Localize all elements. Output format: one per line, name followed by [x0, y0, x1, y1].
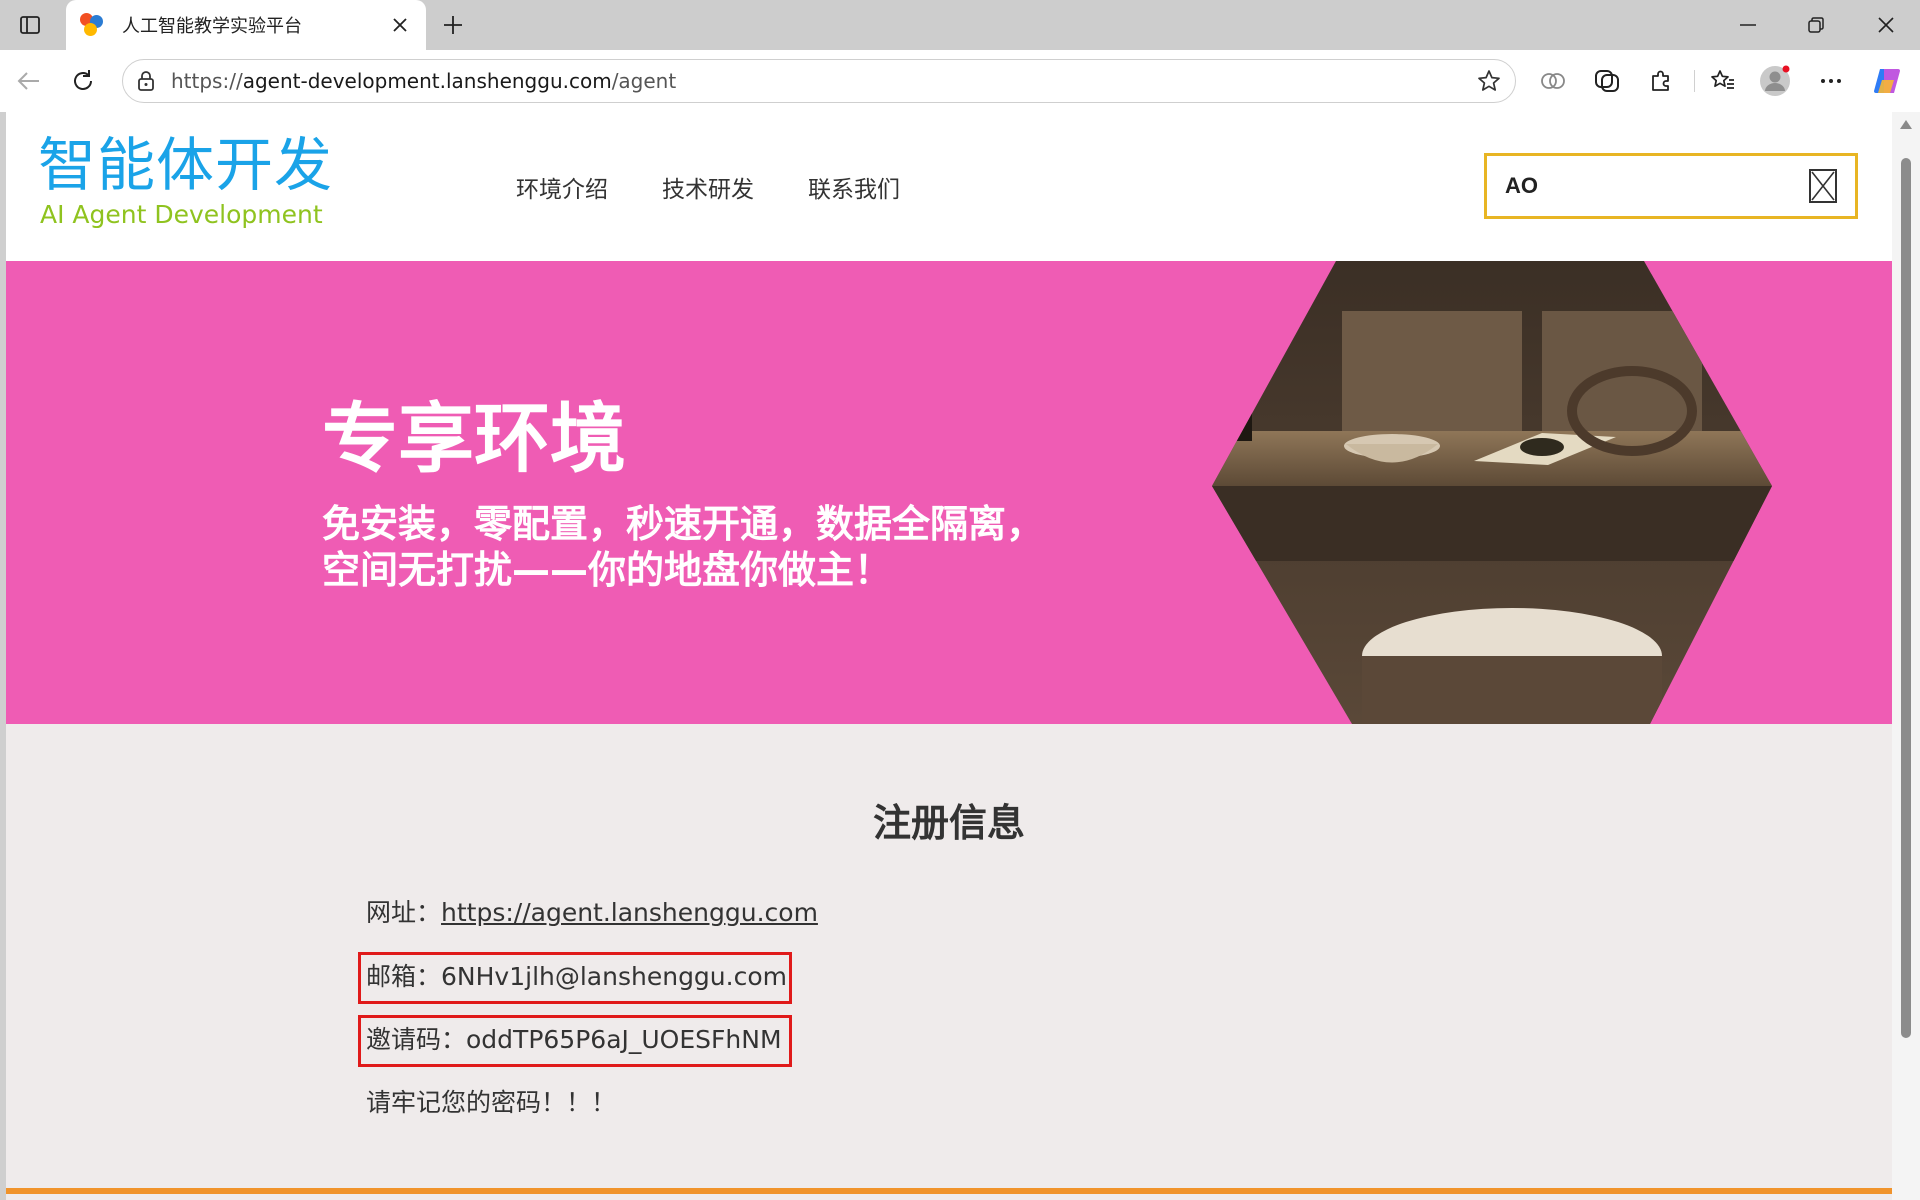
close-icon — [393, 18, 407, 32]
nav-item-environment[interactable]: 环境介绍 — [516, 170, 608, 204]
favorites-button[interactable] — [1704, 62, 1742, 100]
copilot-icon — [1874, 69, 1900, 93]
invite-label: 邀请码： — [366, 1025, 467, 1054]
minimize-icon — [1740, 24, 1756, 26]
site-header: 智能体开发 AI Agent Development 环境介绍 技术研发 联系我… — [6, 112, 1892, 261]
tab-actions-icon — [20, 16, 40, 34]
nav-item-contact[interactable]: 联系我们 — [808, 170, 900, 204]
favorites-list-icon — [1711, 70, 1734, 89]
url-label: 网址： — [366, 898, 442, 927]
password-reminder: 请牢记您的密码！！！ — [366, 1088, 617, 1117]
address-bar[interactable]: https://agent-development.lanshenggu.com… — [122, 59, 1516, 103]
plus-icon — [444, 16, 462, 34]
split-screen-icon — [1595, 70, 1619, 92]
essentials-icon — [1541, 73, 1565, 89]
new-tab-button[interactable] — [436, 8, 470, 42]
invite-code-value: oddTP65P6aJ_UOESFhNM — [466, 1025, 782, 1054]
email-value: 6NHv1jlh@lanshenggu.com — [441, 962, 787, 991]
site-favicon-icon — [80, 13, 104, 37]
search-clear-icon[interactable] — [1809, 169, 1837, 203]
site-search-box — [1484, 153, 1858, 219]
minimize-button[interactable] — [1720, 8, 1776, 42]
close-icon — [1878, 17, 1894, 33]
site-logo-english[interactable]: AI Agent Development — [40, 202, 323, 227]
registration-invite-row: 邀请码：oddTP65P6aJ_UOESFhNM — [366, 1027, 782, 1052]
browser-tab-strip: 人工智能教学实验平台 — [0, 0, 1920, 50]
site-logo-chinese[interactable]: 智能体开发 — [38, 136, 333, 194]
profile-button[interactable] — [1756, 62, 1794, 100]
refresh-button[interactable] — [64, 62, 102, 100]
arrow-left-icon — [17, 72, 39, 90]
registration-url-row: 网址：https://agent.lanshenggu.com — [366, 900, 818, 925]
search-input[interactable] — [1505, 173, 1809, 199]
browser-tab-active[interactable]: 人工智能教学实验平台 — [66, 0, 426, 50]
hero-subtitle-line-1: 免安装，零配置，秒速开通，数据全隔离， — [322, 502, 1045, 546]
scroll-up-arrow-icon[interactable] — [1900, 120, 1912, 129]
browser-toolbar: https://agent-development.lanshenggu.com… — [0, 50, 1920, 112]
puzzle-icon — [1652, 70, 1669, 91]
page-viewport: 智能体开发 AI Agent Development 环境介绍 技术研发 联系我… — [6, 112, 1892, 1200]
url-scheme: https:// — [171, 69, 243, 93]
extensions-button[interactable] — [1642, 62, 1680, 100]
more-dots-icon — [1821, 79, 1841, 83]
avatar-icon — [1760, 65, 1790, 96]
registration-heading: 注册信息 — [872, 801, 1025, 845]
favorite-star-icon[interactable] — [1477, 69, 1501, 93]
url-path: /agent — [611, 69, 677, 93]
hero-tea-table-image — [1212, 261, 1772, 724]
registration-email-row: 邮箱：6NHv1jlh@lanshenggu.com — [366, 964, 787, 989]
hero-title: 专享环境 — [322, 394, 626, 483]
refresh-icon — [74, 70, 92, 90]
email-label: 邮箱： — [366, 962, 442, 991]
scrollbar-thumb[interactable] — [1901, 158, 1911, 1038]
url-text[interactable]: https://agent-development.lanshenggu.com… — [171, 69, 1477, 93]
copilot-button[interactable] — [1868, 62, 1906, 100]
toolbar-divider — [1694, 70, 1695, 92]
tab-close-button[interactable] — [388, 13, 412, 37]
settings-more-button[interactable] — [1812, 62, 1850, 100]
hero-banner: 专享环境 免安装，零配置，秒速开通，数据全隔离， 空间无打扰——你的地盘你做主！ — [6, 261, 1892, 724]
split-screen-button[interactable] — [1588, 62, 1626, 100]
tab-title: 人工智能教学实验平台 — [122, 16, 302, 37]
page-scrollbar[interactable] — [1892, 112, 1920, 1200]
browser-essentials-button[interactable] — [1534, 62, 1572, 100]
hero-subtitle-line-2: 空间无打扰——你的地盘你做主！ — [322, 548, 893, 592]
registration-url-link[interactable]: https://agent.lanshenggu.com — [441, 898, 818, 927]
nav-item-research[interactable]: 技术研发 — [662, 170, 754, 204]
hero-subtitle: 免安装，零配置，秒速开通，数据全隔离， 空间无打扰——你的地盘你做主！ — [322, 501, 1044, 593]
footer-accent-bar — [6, 1188, 1892, 1194]
site-nav: 环境介绍 技术研发 联系我们 — [516, 170, 900, 204]
url-host: agent-development.lanshenggu.com — [242, 69, 612, 93]
back-button[interactable] — [10, 62, 48, 100]
restore-icon — [1808, 17, 1824, 33]
restore-button[interactable] — [1788, 8, 1844, 42]
close-window-button[interactable] — [1858, 8, 1914, 42]
lock-icon[interactable] — [137, 70, 155, 92]
tab-actions-button[interactable] — [12, 10, 48, 40]
